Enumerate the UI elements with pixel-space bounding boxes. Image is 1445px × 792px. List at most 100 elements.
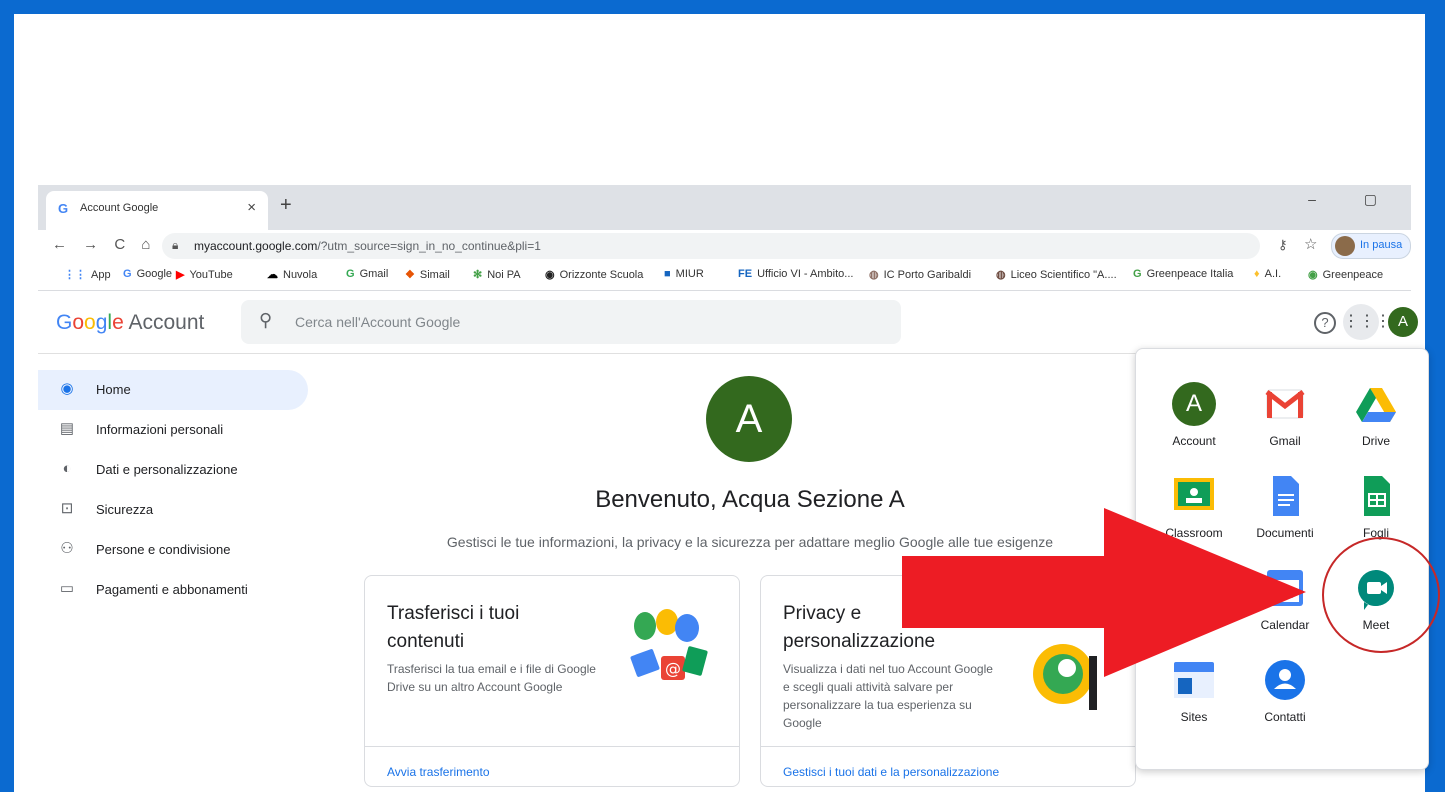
card-title: Privacy e personalizzazione bbox=[783, 603, 936, 652]
app-calendar[interactable]: 31 Calendar bbox=[1240, 566, 1330, 632]
search-input[interactable]: Cerca nell'Account Google bbox=[295, 314, 460, 330]
transfer-card[interactable]: Trasferisci i tuoi contenuti Trasferisci… bbox=[364, 575, 740, 787]
gmail-icon: G bbox=[346, 268, 355, 280]
calendar-icon: 31 bbox=[1267, 570, 1303, 606]
tab-account-google[interactable]: G Account Google × bbox=[46, 191, 268, 230]
url-text[interactable]: myaccount.google.com/?utm_source=sign_in… bbox=[194, 239, 541, 253]
bookmark-label: YouTube bbox=[189, 269, 233, 281]
people-icon: ⚇ bbox=[60, 540, 74, 557]
profile-avatar-large[interactable]: A bbox=[706, 376, 792, 462]
toggle-icon: ◐ bbox=[62, 460, 72, 477]
app-sites[interactable]: Sites bbox=[1149, 658, 1239, 724]
contacts-icon bbox=[1265, 660, 1305, 700]
bookmark-item[interactable]: FE Ufficio VI - Ambito... bbox=[738, 268, 853, 280]
card-title: Trasferisci i tuoi contenuti bbox=[387, 603, 520, 652]
window-controls[interactable]: – ▢ bbox=[1308, 191, 1399, 208]
meet-highlight-circle bbox=[1322, 537, 1440, 653]
svg-text:@: @ bbox=[665, 659, 681, 678]
forward-icon[interactable]: → bbox=[83, 236, 98, 253]
reload-icon[interactable]: C bbox=[114, 236, 125, 253]
bookmark-label: IC Porto Garibaldi bbox=[883, 269, 972, 281]
app-drive[interactable]: Drive bbox=[1331, 382, 1421, 448]
bookmark-label: App bbox=[91, 269, 111, 281]
search-bar[interactable]: ⚲ Cerca nell'Account Google bbox=[241, 300, 901, 344]
address-bar[interactable]: 🔒︎ myaccount.google.com/?utm_source=sign… bbox=[162, 233, 1260, 259]
home-icon[interactable]: ⌂ bbox=[141, 236, 150, 253]
app-contacts[interactable]: Contatti bbox=[1240, 658, 1330, 724]
id-card-icon: ▤ bbox=[59, 420, 75, 437]
manage-data-link[interactable]: Gestisci i tuoi dati e la personalizzazi… bbox=[783, 765, 999, 779]
bookmark-label: MIUR bbox=[675, 268, 704, 280]
cloud-icon: ☁ bbox=[267, 269, 278, 281]
star-icon[interactable]: ☆ bbox=[1304, 235, 1317, 253]
card-description: Visualizza i dati nel tuo Account Google… bbox=[783, 662, 993, 730]
google-account-logo[interactable]: Google Account bbox=[56, 311, 204, 335]
back-icon[interactable]: ← bbox=[52, 236, 67, 253]
bookmark-item[interactable]: ◍ Liceo Scientifico "A.... bbox=[996, 268, 1117, 281]
google-logo-text: Google bbox=[56, 311, 124, 334]
app-label: Account bbox=[1172, 434, 1216, 448]
bookmark-item[interactable]: G Greenpeace Italia bbox=[1133, 268, 1233, 280]
key-icon[interactable]: ⚷ bbox=[1278, 237, 1288, 253]
bookmark-item[interactable]: ♦ A.I. bbox=[1254, 268, 1281, 280]
apps-grid-icon: ⋮⋮ bbox=[64, 269, 86, 281]
bookmark-item[interactable]: ◉ Greenpeace bbox=[1308, 268, 1383, 281]
apps-grid-button[interactable]: ⋮⋮⋮ bbox=[1343, 304, 1391, 340]
bookmark-item[interactable]: ☁ Nuvola bbox=[267, 268, 317, 281]
miur-icon: ■ bbox=[664, 268, 671, 280]
account-avatar[interactable]: A bbox=[1388, 307, 1418, 337]
app-label: Gmail bbox=[1269, 434, 1301, 448]
app-account[interactable]: A Account bbox=[1149, 382, 1239, 448]
sidebar-item-persone[interactable]: ⚇ Persone e condivisione bbox=[38, 530, 308, 570]
orizzonte-icon: ◉ bbox=[545, 269, 555, 281]
sites-icon bbox=[1174, 662, 1214, 698]
bookmark-item[interactable]: ⋮⋮ App bbox=[64, 268, 111, 281]
app-sheets[interactable]: Fogli bbox=[1331, 474, 1421, 540]
bookmark-item[interactable]: ❖ Simail bbox=[405, 268, 450, 281]
bookmark-item[interactable]: ▶ YouTube bbox=[176, 268, 233, 281]
card-description: Trasferisci la tua email e i file di Goo… bbox=[387, 662, 596, 694]
tab-close-button[interactable]: × bbox=[247, 199, 256, 216]
bookmark-item[interactable]: ◍ IC Porto Garibaldi bbox=[869, 268, 971, 281]
google-account-header: Google Account ⚲ Cerca nell'Account Goog… bbox=[38, 291, 1418, 354]
bookmark-item[interactable]: ◉ Orizzonte Scuola bbox=[545, 268, 643, 281]
sidebar-item-dati[interactable]: ◐ Dati e personalizzazione bbox=[38, 450, 308, 490]
youtube-icon: ▶ bbox=[176, 269, 185, 281]
account-icon: A bbox=[1172, 382, 1216, 426]
sidebar-item-sicurezza[interactable]: ⊡ Sicurezza bbox=[38, 490, 308, 530]
help-icon[interactable]: ? bbox=[1314, 312, 1336, 334]
bookmark-label: Nuvola bbox=[283, 269, 318, 281]
sidebar-item-pagamenti[interactable]: ▭ Pagamenti e abbonamenti bbox=[38, 570, 308, 610]
app-gmail[interactable]: Gmail bbox=[1240, 382, 1330, 448]
noipa-icon: ✻ bbox=[473, 269, 483, 281]
sidebar-item-label: Home bbox=[96, 382, 131, 397]
lock-icon[interactable]: 🔒︎ bbox=[172, 238, 178, 253]
classroom-icon bbox=[1174, 478, 1214, 510]
bookmark-item[interactable]: G Google bbox=[123, 268, 172, 280]
bookmarks-bar: ⋮⋮ App G Google ▶ YouTube ☁ Nuvola G Gmail ❖ Simail… bbox=[38, 262, 1411, 291]
sidebar-item-label: Pagamenti e abbonamenti bbox=[96, 582, 248, 597]
welcome-subtitle: Gestisci le tue informazioni, la privacy… bbox=[446, 534, 1054, 550]
start-transfer-link[interactable]: Avvia trasferimento bbox=[387, 765, 490, 779]
bookmark-item[interactable]: ■ MIUR bbox=[664, 268, 704, 280]
app-classroom[interactable]: Classroom bbox=[1149, 474, 1239, 540]
bookmark-item[interactable]: ✻ Noi PA bbox=[473, 268, 521, 281]
new-tab-button[interactable]: + bbox=[280, 194, 292, 217]
greenpeace-icon: G bbox=[1133, 268, 1142, 280]
sheets-icon bbox=[1364, 476, 1390, 516]
tab-strip: G Account Google × + – ▢ bbox=[38, 185, 1411, 230]
liceo-icon: ◍ bbox=[996, 269, 1006, 281]
app-docs[interactable]: Documenti bbox=[1240, 474, 1330, 540]
bookmark-label: Noi PA bbox=[487, 269, 521, 281]
app-label: Classroom bbox=[1165, 526, 1223, 540]
privacy-card[interactable]: Privacy e personalizzazione Visualizza i… bbox=[760, 575, 1136, 787]
sidebar-item-label: Persone e condivisione bbox=[96, 542, 231, 557]
bookmark-label: Simail bbox=[419, 269, 450, 281]
sidebar-item-informazioni[interactable]: ▤ Informazioni personali bbox=[38, 410, 308, 450]
fe-icon: FE bbox=[738, 268, 753, 280]
sidebar-item-home[interactable]: ◉ Home bbox=[38, 370, 308, 410]
app-label: Calendar bbox=[1260, 618, 1310, 632]
profile-button[interactable]: In pausa bbox=[1331, 233, 1411, 259]
nav-buttons[interactable]: ← → C ⌂ bbox=[52, 236, 150, 253]
bookmark-item[interactable]: G Gmail bbox=[346, 268, 388, 280]
